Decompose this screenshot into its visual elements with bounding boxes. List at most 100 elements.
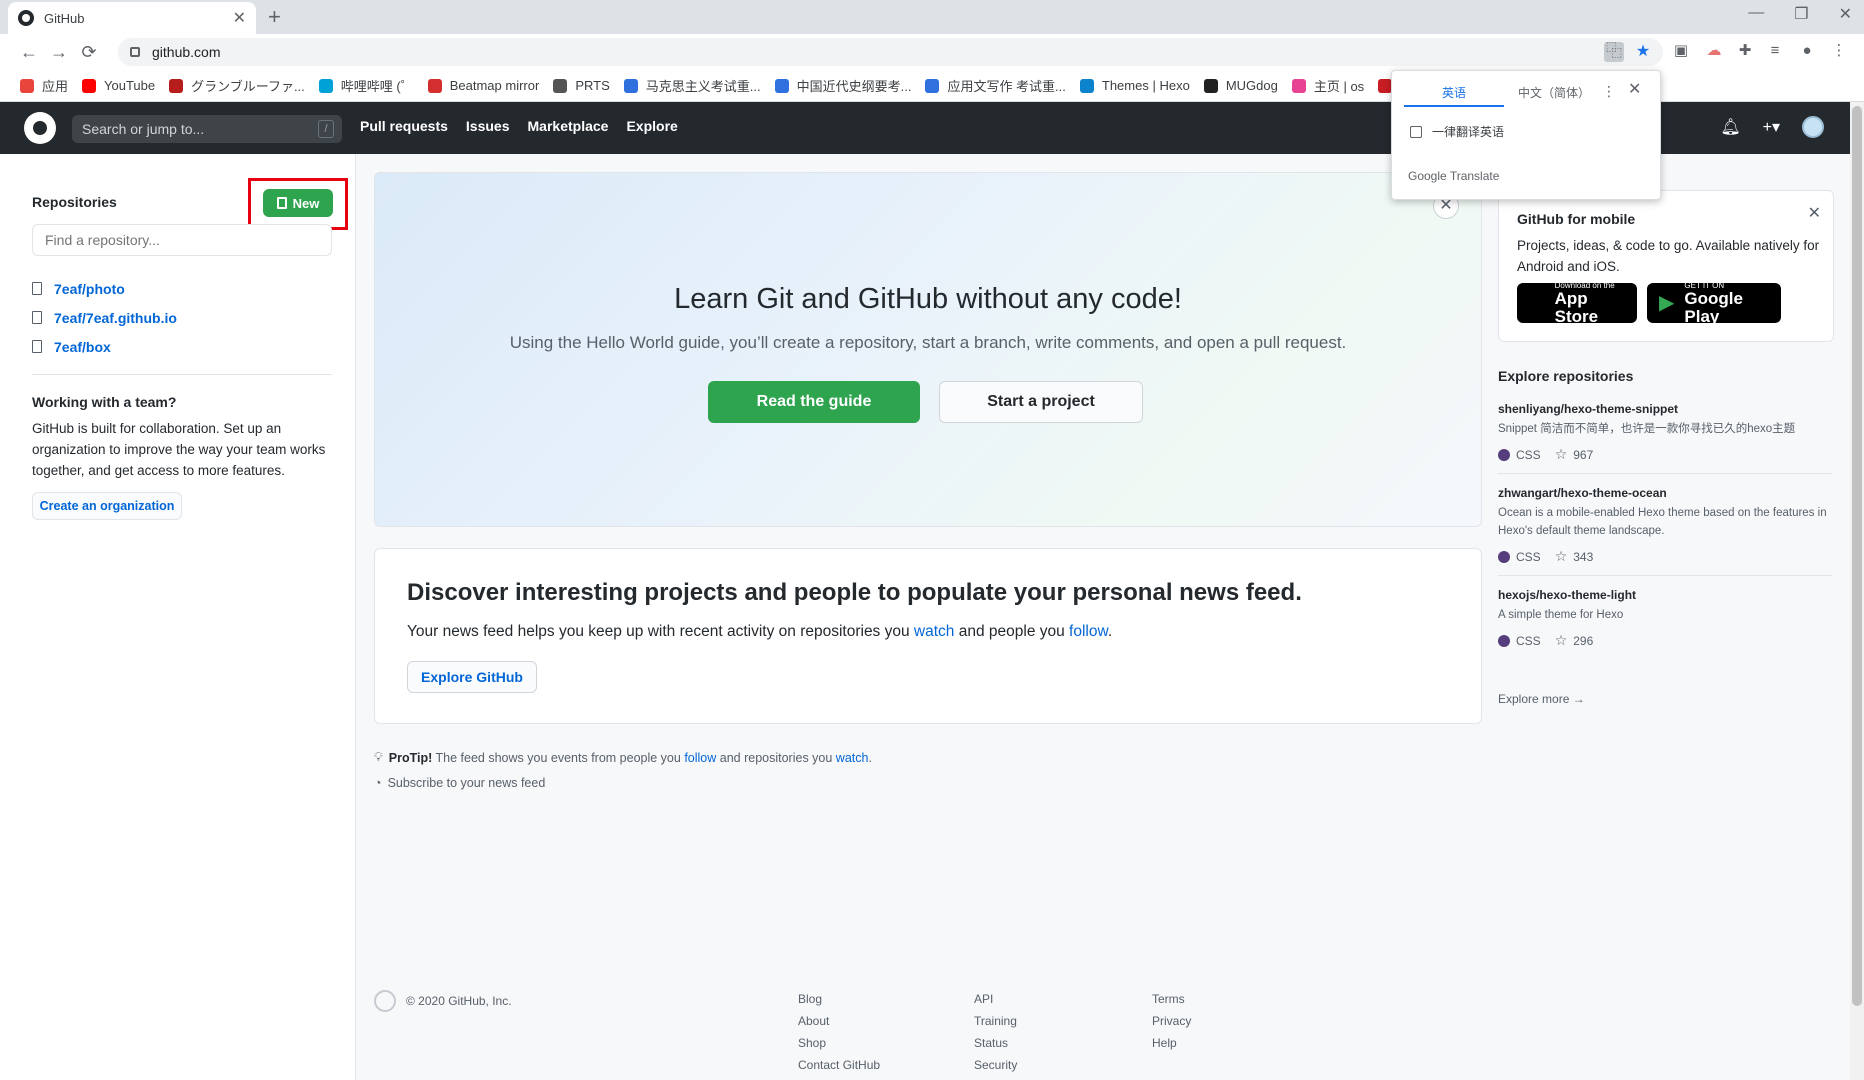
bookmark-label: MUGdog — [1225, 78, 1278, 93]
explore-github-button[interactable]: Explore GitHub — [407, 661, 537, 693]
subscribe-feed-link[interactable]: ◔ Subscribe to your news feed — [374, 776, 545, 790]
explore-repo-item: shenliyang/hexo-theme-snippet Snippet 简洁而… — [1498, 402, 1832, 474]
bookmark-item[interactable]: グランブルーファ... — [169, 76, 305, 95]
footer-link[interactable]: Help — [1152, 1036, 1191, 1050]
extensions-puzzle-icon[interactable]: ✚ — [1734, 40, 1756, 62]
always-translate-checkbox[interactable]: 一律翻译英语 — [1410, 123, 1504, 140]
repo-link[interactable]: 7eaf/box — [32, 332, 177, 361]
bookmark-item[interactable]: 主页 | os — [1291, 76, 1364, 95]
bookmark-label: Beatmap mirror — [449, 78, 540, 93]
repositories-title: Repositories — [32, 194, 117, 210]
footer-link[interactable]: About — [798, 1014, 880, 1028]
extension-icon-2[interactable]: ☁ — [1703, 40, 1725, 62]
tab-chinese[interactable]: 中文（简体） — [1504, 79, 1604, 107]
footer-link[interactable]: Security — [974, 1058, 1017, 1072]
new-repository-button[interactable]: New — [263, 189, 333, 217]
bookmark-item[interactable]: 哔哩哔哩 (゜ — [318, 76, 414, 95]
bookmark-star-icon[interactable]: ★ — [1633, 42, 1653, 62]
protip-watch-link[interactable]: watch — [836, 751, 869, 765]
star-icon[interactable]: ☆ — [1555, 632, 1568, 649]
github-favicon-icon — [18, 10, 34, 26]
tab-english[interactable]: 英语 — [1404, 79, 1504, 107]
extension-icon-1[interactable]: ▣ — [1670, 40, 1692, 62]
right-sidebar: GitHub for mobile ✕ Projects, ideas, & c… — [1494, 154, 1850, 1080]
translate-close-icon[interactable]: ✕ — [1628, 79, 1641, 99]
browser-menu-icon[interactable]: ⋮ — [1828, 40, 1850, 62]
app-store-button[interactable]: Download on the App Store — [1517, 281, 1637, 325]
google-play-button[interactable]: ▶ GET IT ON Google Play — [1647, 281, 1781, 325]
hello-world-banner: ✕ Learn Git and GitHub without any code!… — [374, 172, 1482, 527]
minimize-icon[interactable]: — — [1748, 4, 1764, 24]
bookmark-item[interactable]: 应用 — [20, 76, 68, 95]
footer-link[interactable]: Contact GitHub — [798, 1058, 880, 1072]
footer-link[interactable]: Status — [974, 1036, 1017, 1050]
footer-link[interactable]: Terms — [1152, 992, 1191, 1006]
left-sidebar: Repositories New 7eaf/photo 7eaf/7eaf.gi… — [8, 154, 356, 1080]
nav-marketplace[interactable]: Marketplace — [528, 118, 609, 134]
create-organization-button[interactable]: Create an organization — [32, 492, 182, 520]
reload-icon[interactable]: ⟳ — [74, 42, 104, 63]
restore-icon[interactable]: ❐ — [1794, 4, 1808, 24]
nav-explore[interactable]: Explore — [626, 118, 677, 134]
page-scrollbar[interactable] — [1850, 102, 1864, 1080]
start-project-button[interactable]: Start a project — [939, 381, 1143, 423]
bookmark-item[interactable]: Beatmap mirror — [427, 78, 540, 93]
repo-language: CSS — [1516, 447, 1541, 462]
bookmark-label: 中国近代史纲要考... — [796, 79, 912, 94]
nav-issues[interactable]: Issues — [466, 118, 510, 134]
explore-repo-name[interactable]: zhwangart/hexo-theme-ocean — [1498, 486, 1832, 500]
explore-more-link[interactable]: Explore more → — [1498, 692, 1585, 706]
banner-title: Learn Git and GitHub without any code! — [674, 283, 1182, 315]
bookmark-item[interactable]: YouTube — [82, 78, 155, 93]
back-icon[interactable]: ← — [14, 42, 44, 63]
explore-repo-name[interactable]: shenliyang/hexo-theme-snippet — [1498, 402, 1832, 416]
footer-link[interactable]: Training — [974, 1014, 1017, 1028]
find-repository-input[interactable] — [32, 224, 332, 256]
address-bar[interactable]: github.com ⿻ ★ — [118, 38, 1663, 66]
window-close-icon[interactable]: ✕ — [1839, 4, 1852, 24]
bookmark-item[interactable]: 马克思主义考试重... — [623, 76, 761, 95]
tab-title: GitHub — [44, 10, 85, 26]
window-controls: — ❐ ✕ — [1748, 4, 1852, 24]
star-icon[interactable]: ☆ — [1555, 446, 1568, 463]
create-new-dropdown[interactable]: +▾ — [1763, 117, 1780, 137]
mobile-title: GitHub for mobile — [1517, 211, 1636, 227]
notification-bell-icon[interactable]: 🔔︎ — [1720, 117, 1740, 137]
repo-icon — [32, 311, 42, 324]
translate-icon[interactable]: ⿻ — [1604, 42, 1624, 62]
user-avatar[interactable] — [1802, 116, 1824, 138]
forward-icon[interactable]: → — [44, 42, 74, 63]
bookmark-item[interactable]: 中国近代史纲要考... — [774, 76, 912, 95]
footer-link[interactable]: API — [974, 992, 1017, 1006]
nav-pull-requests[interactable]: Pull requests — [360, 118, 448, 134]
bookmark-item[interactable]: Themes | Hexo — [1079, 78, 1190, 93]
mobile-close-icon[interactable]: ✕ — [1808, 203, 1821, 223]
star-icon[interactable]: ☆ — [1555, 548, 1568, 565]
footer-link[interactable]: Blog — [798, 992, 880, 1006]
explore-repo-name[interactable]: hexojs/hexo-theme-light — [1498, 588, 1832, 602]
tab-github[interactable]: GitHub ✕ — [8, 2, 256, 34]
footer-github-logo-icon[interactable] — [374, 990, 396, 1012]
new-tab-button[interactable]: + — [268, 4, 281, 30]
repo-link[interactable]: 7eaf/photo — [32, 274, 177, 303]
footer-link[interactable]: Privacy — [1152, 1014, 1191, 1028]
bookmark-item[interactable]: MUGdog — [1203, 78, 1278, 93]
footer-link[interactable]: Shop — [798, 1036, 880, 1050]
repo-link[interactable]: 7eaf/7eaf.github.io — [32, 303, 177, 332]
protip-follow-link[interactable]: follow — [684, 751, 716, 765]
bookmark-favicon-icon — [553, 78, 568, 93]
github-logo-icon[interactable] — [24, 112, 56, 144]
reading-list-icon[interactable]: ≡ — [1764, 40, 1786, 62]
search-input[interactable]: Search or jump to... / — [72, 115, 342, 143]
scrollbar-thumb[interactable] — [1852, 106, 1862, 1006]
tab-close-icon[interactable]: ✕ — [233, 8, 246, 28]
follow-link[interactable]: follow — [1069, 623, 1108, 640]
profile-icon[interactable]: ● — [1796, 40, 1818, 62]
team-title: Working with a team? — [32, 394, 177, 410]
bookmark-item[interactable]: 应用文写作 考试重... — [925, 76, 1066, 95]
bookmark-item[interactable]: PRTS — [553, 78, 610, 93]
translate-menu-icon[interactable]: ⋮ — [1602, 83, 1616, 100]
read-guide-button[interactable]: Read the guide — [708, 381, 920, 423]
repository-list: 7eaf/photo 7eaf/7eaf.github.io 7eaf/box — [32, 274, 177, 361]
watch-link[interactable]: watch — [914, 623, 955, 640]
